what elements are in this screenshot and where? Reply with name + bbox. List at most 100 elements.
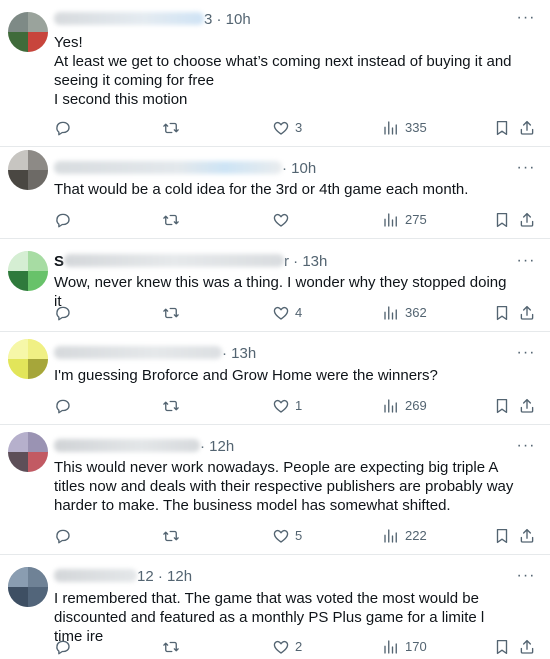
share-button[interactable] xyxy=(518,637,536,657)
reply-button[interactable] xyxy=(54,396,77,416)
bookmark-button[interactable] xyxy=(493,526,511,546)
more-icon[interactable]: ··· xyxy=(516,160,536,177)
repost-icon xyxy=(163,214,179,226)
repost-button[interactable] xyxy=(162,526,185,546)
reply-item[interactable]: Sr · 13h ··· Wow, never knew this was a … xyxy=(0,239,550,332)
reply-item[interactable]: 3 · 10h ··· Yes! At least we get to choo… xyxy=(0,0,550,147)
reply-text: Yes! At least we get to choose what’s co… xyxy=(54,33,514,109)
heart-icon xyxy=(273,529,289,543)
repost-button[interactable] xyxy=(162,118,185,138)
like-button[interactable]: 5 xyxy=(272,526,302,546)
redacted-username xyxy=(64,254,285,267)
like-button[interactable]: 2 xyxy=(272,637,302,657)
reply-button[interactable] xyxy=(54,526,77,546)
like-button[interactable]: 3 xyxy=(272,118,302,138)
reply-actions: 3 335 xyxy=(54,118,534,138)
repost-button[interactable] xyxy=(162,637,185,657)
share-icon xyxy=(520,639,534,654)
redacted-username xyxy=(54,439,200,452)
views-count: 222 xyxy=(405,528,427,543)
repost-button[interactable] xyxy=(162,396,185,416)
repost-button[interactable] xyxy=(162,303,185,323)
avatar[interactable] xyxy=(8,12,48,52)
reply-actions: 5 222 xyxy=(54,526,534,546)
redacted-username xyxy=(54,346,222,359)
avatar[interactable] xyxy=(8,432,48,472)
reply-button[interactable] xyxy=(54,303,77,323)
views-button[interactable]: 335 xyxy=(382,118,427,138)
reply-actions: 1 269 xyxy=(54,396,534,416)
like-button[interactable]: 1 xyxy=(272,396,302,416)
redacted-username xyxy=(54,161,282,174)
reply-item[interactable]: 12 · 12h ··· I remembered that. The game… xyxy=(0,555,550,659)
reply-item[interactable]: · 10h ··· That would be a cold idea for … xyxy=(0,147,550,239)
share-icon xyxy=(520,398,534,413)
share-button[interactable] xyxy=(518,210,536,230)
more-icon[interactable]: ··· xyxy=(516,568,536,585)
bookmark-button[interactable] xyxy=(493,210,511,230)
reply-text-line: Yes! xyxy=(54,34,83,51)
more-icon[interactable]: ··· xyxy=(516,438,536,455)
reply-timestamp: · 12h xyxy=(200,438,235,455)
reply-item[interactable]: · 12h ··· This would never work nowadays… xyxy=(0,425,550,555)
more-icon[interactable]: ··· xyxy=(516,253,536,270)
views-button[interactable]: 269 xyxy=(382,396,427,416)
reply-header: 12 · 12h xyxy=(54,567,192,587)
redacted-username xyxy=(54,569,137,582)
reply-icon xyxy=(56,121,70,136)
reply-header: Sr · 13h xyxy=(54,252,327,272)
like-count: 4 xyxy=(295,305,303,320)
avatar[interactable] xyxy=(8,567,48,607)
avatar[interactable] xyxy=(8,150,48,190)
reply-button[interactable] xyxy=(54,118,77,138)
bookmark-button[interactable] xyxy=(493,637,511,657)
more-icon[interactable]: ··· xyxy=(516,345,536,362)
bookmark-icon xyxy=(496,398,508,414)
share-icon xyxy=(520,120,534,135)
heart-icon xyxy=(273,640,289,654)
views-icon xyxy=(384,306,397,320)
views-icon xyxy=(384,529,397,543)
share-button[interactable] xyxy=(518,303,536,323)
more-icon[interactable]: ··· xyxy=(516,10,536,27)
reply-text-line: That would be a cold idea for the 3rd or… xyxy=(54,181,469,198)
like-count: 2 xyxy=(295,639,303,654)
reply-text-line: This would never work nowadays. People a… xyxy=(54,459,514,514)
share-icon xyxy=(520,528,534,543)
views-button[interactable]: 362 xyxy=(382,303,427,323)
reply-icon xyxy=(56,640,70,655)
reply-actions: 4 362 xyxy=(54,303,534,323)
repost-icon xyxy=(163,530,179,542)
reply-button[interactable] xyxy=(54,210,77,230)
reply-text: I'm guessing Broforce and Grow Home were… xyxy=(54,366,514,385)
reply-text: This would never work nowadays. People a… xyxy=(54,458,514,515)
bookmark-button[interactable] xyxy=(493,396,511,416)
share-button[interactable] xyxy=(518,526,536,546)
bookmark-button[interactable] xyxy=(493,118,511,138)
reply-actions: 2 170 xyxy=(54,637,534,657)
reply-item[interactable]: · 13h ··· I'm guessing Broforce and Grow… xyxy=(0,332,550,425)
views-count: 335 xyxy=(405,120,427,135)
views-button[interactable]: 275 xyxy=(382,210,427,230)
reply-button[interactable] xyxy=(54,637,77,657)
bookmark-button[interactable] xyxy=(493,303,511,323)
share-button[interactable] xyxy=(518,396,536,416)
avatar[interactable] xyxy=(8,251,48,291)
repost-button[interactable] xyxy=(162,210,185,230)
bookmark-icon xyxy=(496,212,508,228)
views-count: 275 xyxy=(405,212,427,227)
views-count: 362 xyxy=(405,305,427,320)
share-button[interactable] xyxy=(518,118,536,138)
reply-header: · 12h xyxy=(54,437,234,457)
reply-icon xyxy=(56,213,70,228)
reply-icon xyxy=(56,399,70,414)
views-button[interactable]: 170 xyxy=(382,637,427,657)
views-button[interactable]: 222 xyxy=(382,526,427,546)
reply-header: · 13h xyxy=(54,344,256,364)
avatar[interactable] xyxy=(8,339,48,379)
like-count: 1 xyxy=(295,398,303,413)
like-button[interactable] xyxy=(272,210,295,230)
heart-icon xyxy=(273,213,289,227)
reply-timestamp: r · 13h xyxy=(284,253,328,270)
like-button[interactable]: 4 xyxy=(272,303,302,323)
